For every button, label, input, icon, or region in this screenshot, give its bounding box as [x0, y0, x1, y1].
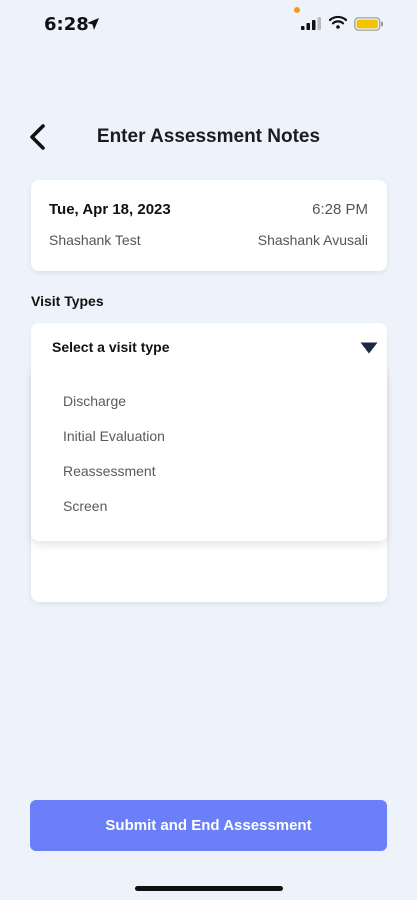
menu-item-initial-evaluation[interactable]: Initial Evaluation: [63, 428, 165, 444]
location-arrow-icon: [87, 18, 99, 30]
privacy-indicator-dot: [294, 7, 300, 13]
wifi-icon: [329, 15, 347, 29]
visit-type-dropdown[interactable]: Select a visit type: [31, 323, 387, 371]
triangle-down-icon[interactable]: [360, 342, 378, 354]
status-time: 6:28: [44, 14, 89, 35]
visit-type-placeholder: Select a visit type: [52, 339, 170, 355]
session-time: 6:28 PM: [312, 201, 368, 218]
signal-icon: [301, 17, 321, 30]
menu-item-reassessment[interactable]: Reassessment: [63, 463, 156, 479]
clinician-name: Shashank Avusali: [257, 232, 368, 248]
menu-item-discharge[interactable]: Discharge: [63, 393, 126, 409]
header: Enter Assessment Notes: [0, 118, 417, 158]
visit-types-label: Visit Types: [31, 293, 104, 309]
menu-item-screen[interactable]: Screen: [63, 498, 107, 514]
home-indicator[interactable]: [135, 886, 283, 891]
status-bar: 6:28: [0, 0, 417, 50]
session-info-card: Tue, Apr 18, 2023 6:28 PM Shashank Test …: [31, 180, 387, 271]
visit-type-menu: Discharge Initial Evaluation Reassessmen…: [31, 371, 387, 541]
session-date: Tue, Apr 18, 2023: [49, 201, 171, 218]
battery-icon: [354, 17, 383, 31]
submit-end-assessment-button[interactable]: Submit and End Assessment: [30, 800, 387, 851]
page-title: Enter Assessment Notes: [96, 126, 321, 147]
patient-name: Shashank Test: [49, 232, 141, 248]
